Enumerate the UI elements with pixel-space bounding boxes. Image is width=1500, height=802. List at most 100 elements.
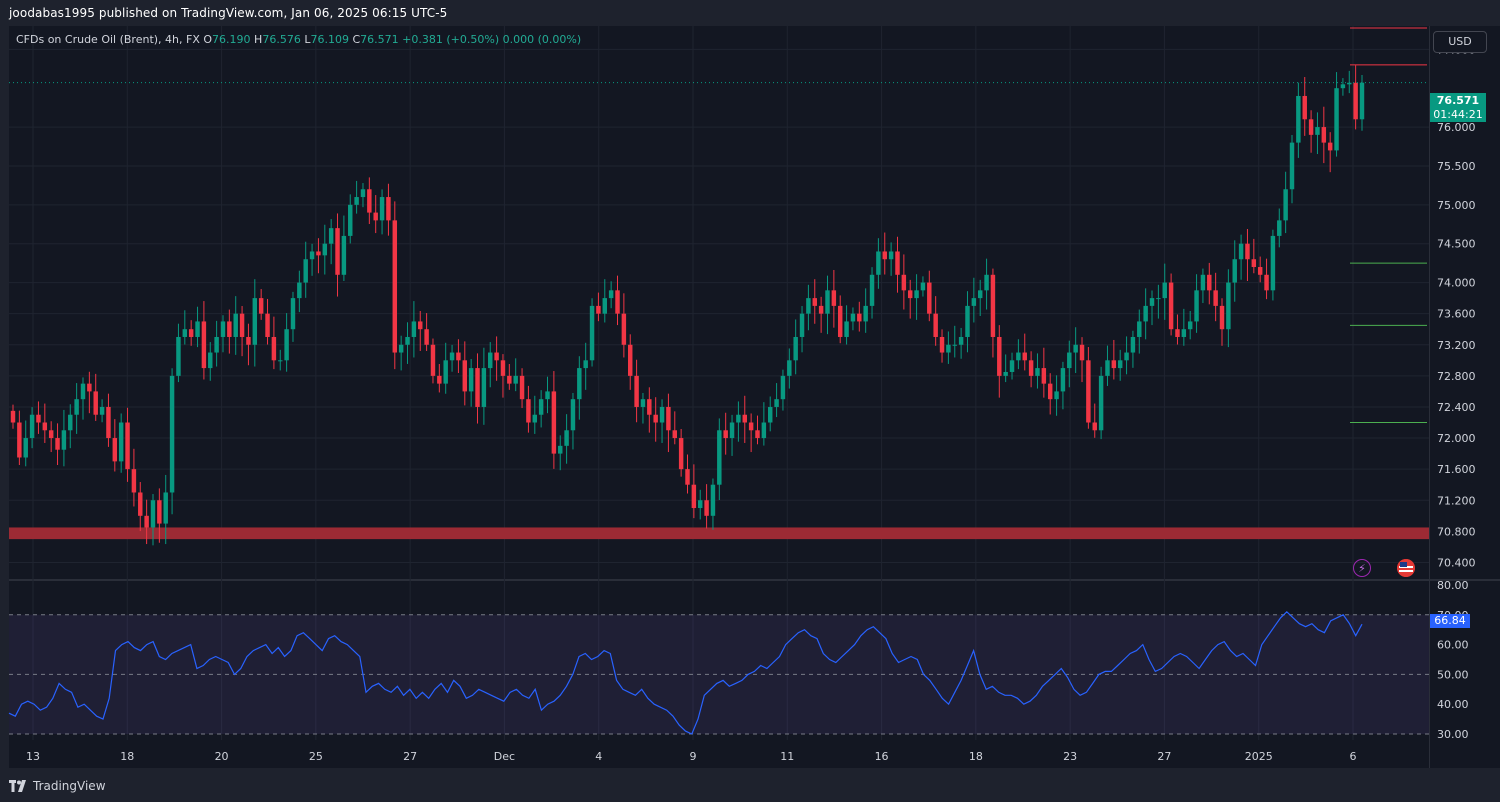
tradingview-logo[interactable]: TradingView [9,779,106,793]
candle-body [538,399,544,415]
candle-body [729,422,735,439]
rsi-axis-label: 60.00 [1437,639,1469,652]
candle-body [1181,329,1187,337]
candle-body [596,305,601,314]
low-value: 76.109 [310,33,349,46]
candle-body [1245,243,1250,260]
candle-body [570,399,576,431]
candle-body [456,352,461,361]
candle-body [188,329,194,337]
candle-body [462,360,468,392]
candle-body [1353,82,1358,120]
candle-body [227,321,232,337]
time-axis-label: 6 [1350,750,1357,763]
candle-body [1035,368,1040,376]
candle-body [844,321,849,337]
candle-body [519,375,525,400]
candle-body [780,375,786,400]
candle-body [150,500,156,528]
candle-body [850,313,856,322]
candle-body [328,228,334,244]
candle-body [1137,321,1142,337]
candle-body [914,290,919,299]
candle-body [1168,282,1174,330]
candle-body [857,313,862,322]
candle-body [958,336,964,345]
candle-body [341,235,347,275]
candle-body [348,204,353,236]
candle-body [430,344,436,376]
time-axis-label: 18 [969,750,983,763]
candle-body [767,406,773,423]
candle-body [488,352,493,369]
candle-body [704,500,709,516]
candle-body [290,298,296,330]
time-axis-label: 27 [403,750,417,763]
price-axis-label: 74.000 [1437,277,1476,290]
candle-body [1130,336,1136,353]
candle-body [87,383,92,392]
candle-body [1111,360,1117,369]
price-axis-label: 70.400 [1437,556,1476,569]
candle-body [812,298,817,306]
high-value: 76.576 [262,33,301,46]
candle-body [1315,127,1320,135]
time-axis-label: 25 [309,750,323,763]
candle-body [1117,360,1123,369]
candle-body [863,305,868,322]
candle-body [888,251,894,260]
candle-body [933,313,938,337]
candle-body [1022,352,1027,361]
candle-body [182,329,188,337]
price-axis-label: 74.500 [1437,238,1476,251]
candle-body [990,274,996,337]
candle-body [583,360,588,369]
candle-body [1213,290,1218,306]
candle-body [278,360,283,362]
candle-body [68,414,73,431]
candle-body [1143,305,1148,322]
candle-body [176,336,181,376]
candle-body [710,484,716,516]
price-axis-label: 75.000 [1437,199,1476,212]
candle-body [774,399,779,407]
candle-body [640,399,646,407]
candle-body [125,422,130,470]
lightning-icon[interactable]: ⚡ [1353,559,1371,577]
candle-body [647,399,652,415]
candle-body [373,212,378,221]
chart-svg[interactable]: 77.00076.00075.50075.00074.50074.00073.6… [0,0,1500,802]
extra-value: 0.000 (0.00%) [502,33,582,46]
candle-body [424,329,429,345]
last-price-value: 76.571 [1436,94,1480,107]
currency-button[interactable]: USD [1433,31,1487,53]
us-flag-icon[interactable] [1397,559,1415,577]
price-axis-label: 72.400 [1437,401,1476,414]
price-axis-label: 73.600 [1437,308,1476,321]
candle-body [691,484,697,509]
rsi-axis-label: 80.00 [1437,579,1469,592]
support-zone [9,527,1429,540]
candle-body [1238,243,1244,260]
candle-body [252,298,258,345]
candle-body [1060,368,1066,392]
candle-body [1327,142,1333,151]
candle-body [1124,352,1129,361]
candle-body [468,368,474,392]
candle-body [398,344,404,353]
candle-body [131,469,137,493]
candle-body [405,336,410,345]
rsi-axis-label: 50.00 [1437,668,1469,681]
candle-body [1047,383,1053,400]
candle-body [386,197,391,221]
candle-body [621,313,627,345]
candle-body [316,251,321,256]
candle-body [309,251,315,260]
price-axis-label: 70.800 [1437,525,1476,538]
time-axis-label: 16 [875,750,889,763]
candle-body [55,438,60,450]
candle-body [80,383,86,400]
candle-body [927,282,932,314]
candle-body [1073,344,1078,353]
candle-body [303,259,308,283]
